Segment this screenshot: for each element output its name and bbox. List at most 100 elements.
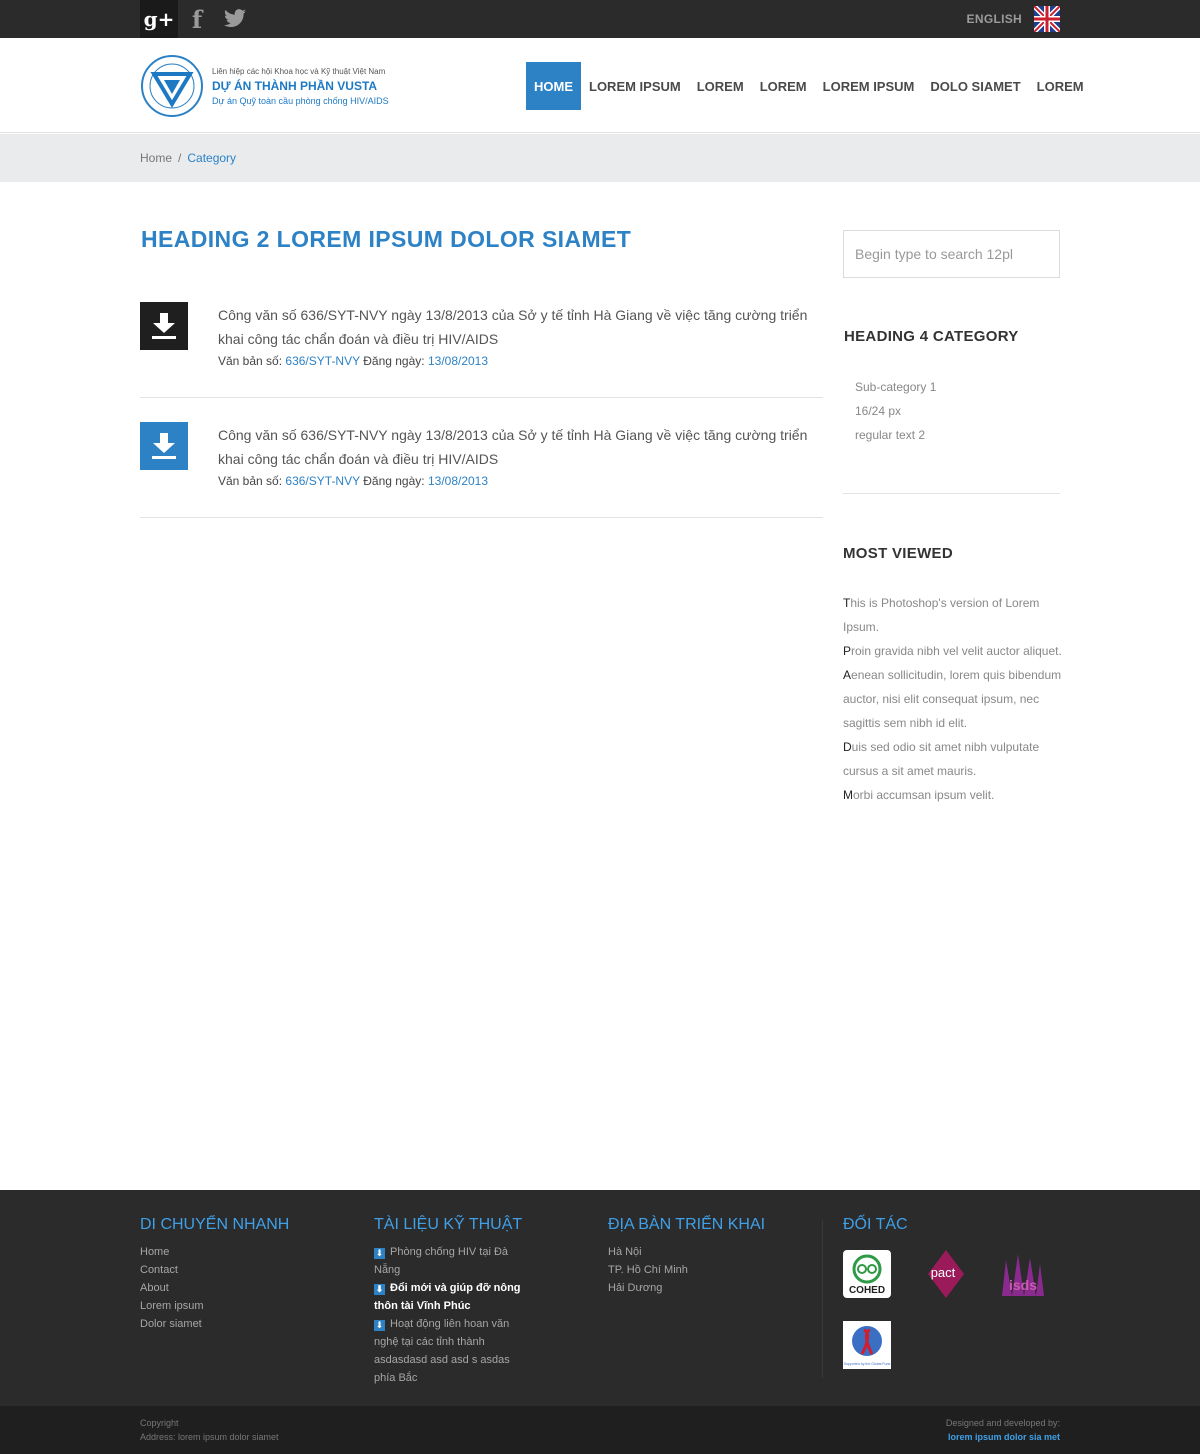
credit-block: Designed and developed by: lorem ipsum d… <box>946 1416 1060 1444</box>
most-viewed-item[interactable]: Duis sed odio sit amet nibh vulputate cu… <box>843 735 1063 783</box>
language-switcher[interactable]: ENGLISH <box>967 6 1060 32</box>
document-number[interactable]: 636/SYT-NVY <box>285 354 359 368</box>
breadcrumb: Home / Category <box>140 151 236 165</box>
pact-logo[interactable]: pact <box>922 1250 970 1298</box>
document-date-label: Đăng ngày: <box>363 354 425 368</box>
sidebar-divider <box>843 493 1060 494</box>
logo-line-3: Dự án Quỹ toàn cầu phòng chống HIV/AIDS <box>212 95 389 106</box>
document-title[interactable]: Công văn số 636/SYT-NVY ngày 13/8/2013 c… <box>218 423 818 471</box>
social-links: g+ f <box>140 0 254 38</box>
document-meta: Văn bản số: 636/SYT-NVY Đăng ngày: 13/08… <box>218 354 488 368</box>
category-list: Sub-category 1 16/24 px regular text 2 <box>855 375 936 447</box>
document-list: Công văn số 636/SYT-NVY ngày 13/8/2013 c… <box>140 278 823 518</box>
logo-line-1: Liên hiệp các hội Khoa học và Kỹ thuật V… <box>212 66 386 76</box>
breadcrumb-bar: Home / Category <box>0 134 1200 182</box>
footer-doc-label: Phòng chống HIV tại Đà Nẵng <box>374 1246 509 1276</box>
document-number-label: Văn bản số: <box>218 474 283 488</box>
footer-doc-label: Hoạt động liên hoan văn nghệ tại các tỉn… <box>374 1318 510 1384</box>
page-title: HEADING 2 LOREM IPSUM DOLOR SIAMET <box>141 226 632 252</box>
nav-item-home[interactable]: HOME <box>526 62 581 110</box>
developer-link[interactable]: lorem ipsum dolor sia met <box>948 1432 1060 1442</box>
site-logo[interactable]: Liên hiệp các hội Khoa học và Kỹ thuật V… <box>140 54 389 118</box>
nav-item-lorem[interactable]: LOREM <box>689 62 752 110</box>
category-item[interactable]: regular text 2 <box>855 423 936 447</box>
footer-docs-heading: TÀI LIỆU KỸ THUẬT <box>374 1216 523 1233</box>
most-viewed-heading: MOST VIEWED <box>843 545 953 562</box>
footer-link-about[interactable]: About <box>140 1279 289 1297</box>
document-item: Công văn số 636/SYT-NVY ngày 13/8/2013 c… <box>140 398 823 518</box>
document-item: Công văn số 636/SYT-NVY ngày 13/8/2013 c… <box>140 278 823 398</box>
uk-flag-icon[interactable] <box>1034 6 1060 32</box>
isds-logo[interactable]: isds <box>998 1250 1046 1298</box>
footer-areas-heading: ĐỊA BÀN TRIỂN KHAI <box>608 1216 766 1233</box>
document-date[interactable]: 13/08/2013 <box>428 354 488 368</box>
document-number-label: Văn bản số: <box>218 354 283 368</box>
google-plus-icon[interactable]: g+ <box>140 0 178 38</box>
footer-doc-item[interactable]: ⬇ Phòng chống HIV tại Đà Nẵng <box>374 1243 534 1279</box>
category-heading: HEADING 4 CATEGORY <box>844 328 1019 345</box>
top-bar: g+ f ENGLISH <box>0 0 1200 38</box>
document-number[interactable]: 636/SYT-NVY <box>285 474 359 488</box>
nav-item-lorem-ipsum[interactable]: LOREM IPSUM <box>581 62 689 110</box>
language-label[interactable]: ENGLISH <box>967 12 1022 26</box>
copyright-block: Copyright Address: lorem ipsum dolor sia… <box>140 1416 279 1444</box>
download-icon[interactable] <box>140 302 188 350</box>
document-title[interactable]: Công văn số 636/SYT-NVY ngày 13/8/2013 c… <box>218 303 818 351</box>
bottom-bar: Copyright Address: lorem ipsum dolor sia… <box>0 1406 1200 1454</box>
document-date-label: Đăng ngày: <box>363 474 425 488</box>
site-footer: DI CHUYỂN NHANH Home Contact About Lorem… <box>0 1190 1200 1406</box>
breadcrumb-current: Category <box>187 151 237 165</box>
most-viewed-list: This is Photoshop's version of Lorem Ips… <box>843 591 1063 807</box>
global-fund-logo[interactable]: Supported by the Global Fund <box>843 1321 891 1369</box>
svg-text:Supported by the Global Fund: Supported by the Global Fund <box>844 1362 891 1366</box>
footer-area-item[interactable]: TP. Hồ Chí Minh <box>608 1261 765 1279</box>
main-nav: HOME LOREM IPSUM LOREM LOREM LOREM IPSUM… <box>526 62 1092 110</box>
download-icon[interactable] <box>140 422 188 470</box>
search-input[interactable] <box>843 230 1060 278</box>
breadcrumb-separator: / <box>178 151 182 165</box>
cohed-logo[interactable]: COHED <box>843 1250 891 1298</box>
footer-area-item[interactable]: Hải Dương <box>608 1279 765 1297</box>
document-date[interactable]: 13/08/2013 <box>428 474 488 488</box>
footer-link-contact[interactable]: Contact <box>140 1261 289 1279</box>
category-item[interactable]: 16/24 px <box>855 399 936 423</box>
site-header: Liên hiệp các hội Khoa học và Kỹ thuật V… <box>0 38 1200 133</box>
svg-text:COHED: COHED <box>849 1285 885 1296</box>
category-item[interactable]: Sub-category 1 <box>855 375 936 399</box>
most-viewed-item[interactable]: Morbi accumsan ipsum velit. <box>843 783 1063 807</box>
address-text: Address: lorem ipsum dolor siamet <box>140 1432 279 1442</box>
breadcrumb-home[interactable]: Home <box>140 151 172 165</box>
footer-doc-label: Đổi mới và giúp đỡ nông thôn tài Vĩnh Ph… <box>374 1282 521 1312</box>
nav-item-lorem-ipsum-2[interactable]: LOREM IPSUM <box>815 62 923 110</box>
svg-text:isds: isds <box>1009 1277 1037 1293</box>
footer-link-dolor-siamet[interactable]: Dolor siamet <box>140 1315 289 1333</box>
copyright-text: Copyright <box>140 1418 179 1428</box>
nav-item-dolo-siamet[interactable]: DOLO SIAMET <box>922 62 1028 110</box>
footer-doc-item[interactable]: ⬇ Hoạt động liên hoan văn nghệ tại các tỉ… <box>374 1315 534 1387</box>
footer-link-home[interactable]: Home <box>140 1243 289 1261</box>
nav-item-lorem-3[interactable]: LOREM <box>1029 62 1092 110</box>
footer-areas: ĐỊA BÀN TRIỂN KHAI Hà Nội TP. Hồ Chí Min… <box>608 1216 765 1297</box>
download-icon: ⬇ <box>374 1284 385 1295</box>
footer-docs: TÀI LIỆU KỸ THUẬT ⬇ Phòng chống HIV tại Đ… <box>374 1216 534 1387</box>
nav-item-lorem-2[interactable]: LOREM <box>752 62 815 110</box>
facebook-icon[interactable]: f <box>178 0 216 38</box>
vusta-emblem-icon <box>141 55 203 117</box>
footer-quicknav-heading: DI CHUYỂN NHANH <box>140 1216 290 1233</box>
document-meta: Văn bản số: 636/SYT-NVY Đăng ngày: 13/08… <box>218 474 488 488</box>
logo-line-2: DỰ ÁN THÀNH PHẦN VUSTA <box>212 78 378 93</box>
most-viewed-item[interactable]: Proin gravida nibh vel velit auctor aliq… <box>843 639 1063 663</box>
designed-label: Designed and developed by: <box>945 1418 1060 1428</box>
footer-quicknav: DI CHUYỂN NHANH Home Contact About Lorem… <box>140 1216 289 1333</box>
most-viewed-item[interactable]: This is Photoshop's version of Lorem Ips… <box>843 591 1063 639</box>
footer-partners: ĐỐI TÁC <box>843 1216 908 1243</box>
download-icon: ⬇ <box>374 1320 385 1331</box>
footer-link-lorem-ipsum[interactable]: Lorem ipsum <box>140 1297 289 1315</box>
svg-text:pact: pact <box>931 1265 956 1280</box>
most-viewed-item[interactable]: Aenean sollicitudin, lorem quis bibendum… <box>843 663 1063 735</box>
twitter-icon[interactable] <box>216 0 254 38</box>
footer-divider <box>822 1220 823 1378</box>
footer-area-item[interactable]: Hà Nội <box>608 1243 765 1261</box>
footer-doc-item[interactable]: ⬇ Đổi mới và giúp đỡ nông thôn tài Vĩnh P… <box>374 1279 534 1315</box>
footer-partners-heading: ĐỐI TÁC <box>843 1216 908 1233</box>
